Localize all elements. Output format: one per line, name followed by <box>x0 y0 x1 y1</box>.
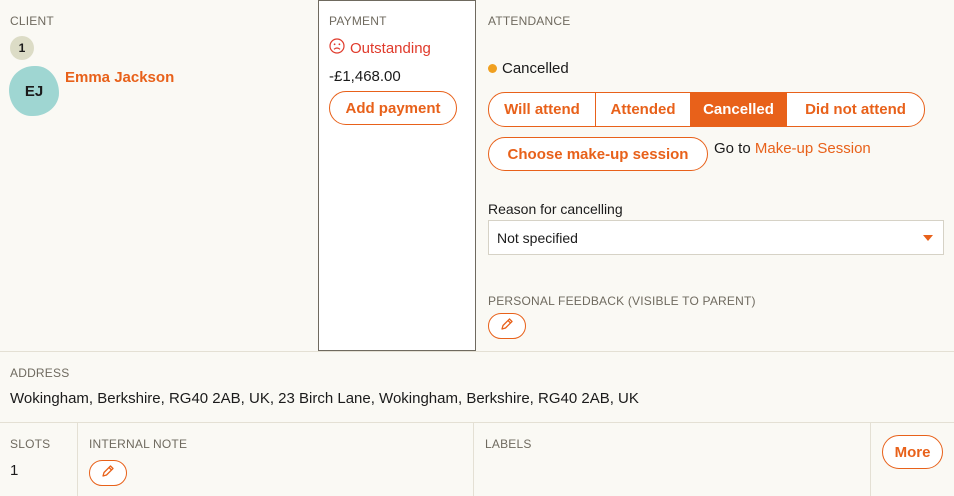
internal-note-section-label: INTERNAL NOTE <box>89 437 188 451</box>
reason-select-value: Not specified <box>497 229 578 246</box>
divider <box>0 351 954 352</box>
attendance-status-text: Cancelled <box>502 60 569 77</box>
address-section-label: ADDRESS <box>10 366 70 380</box>
feedback-section-label: PERSONAL FEEDBACK (VISIBLE TO PARENT) <box>488 294 756 308</box>
client-name-link[interactable]: Emma Jackson <box>65 69 174 86</box>
client-section-label: CLIENT <box>10 14 54 28</box>
attendance-option-will-attend[interactable]: Will attend <box>489 93 596 126</box>
reason-label: Reason for cancelling <box>488 201 623 217</box>
slots-value: 1 <box>10 462 19 479</box>
sad-face-icon <box>329 38 345 58</box>
attendance-segmented-control: Will attend Attended Cancelled Did not a… <box>488 92 925 127</box>
attendance-option-did-not-attend[interactable]: Did not attend <box>787 93 924 126</box>
payment-amount: -£1,468.00 <box>329 68 401 85</box>
add-payment-button[interactable]: Add payment <box>329 91 457 125</box>
slots-section-label: SLOTS <box>10 437 51 451</box>
attendance-option-attended[interactable]: Attended <box>596 93 691 126</box>
address-value: Wokingham, Berkshire, RG40 2AB, UK, 23 B… <box>10 390 639 407</box>
choose-makeup-session-button[interactable]: Choose make-up session <box>488 137 708 171</box>
divider <box>870 423 871 496</box>
caret-down-icon <box>923 235 933 241</box>
labels-section-label: LABELS <box>485 437 532 451</box>
attendance-status: Cancelled <box>488 60 569 77</box>
goto-makeup: Go to Make-up Session <box>714 140 871 157</box>
goto-text: Go to <box>714 140 751 157</box>
pencil-icon <box>100 463 116 484</box>
avatar: EJ <box>9 66 59 116</box>
client-count-badge: 1 <box>10 36 34 60</box>
more-button[interactable]: More <box>882 435 943 469</box>
edit-internal-note-button[interactable] <box>89 460 127 486</box>
divider <box>77 423 78 496</box>
edit-feedback-button[interactable] <box>488 313 526 339</box>
attendance-option-cancelled[interactable]: Cancelled <box>691 93 787 126</box>
pencil-icon <box>499 316 515 337</box>
status-dot-icon <box>488 64 497 73</box>
payment-status-text: Outstanding <box>350 39 431 57</box>
payment-status: Outstanding <box>329 38 431 58</box>
divider <box>0 422 954 423</box>
payment-section-label: PAYMENT <box>329 14 387 28</box>
payment-panel: PAYMENT Outstanding -£1,468.00 Add payme… <box>318 0 476 351</box>
makeup-session-link[interactable]: Make-up Session <box>755 140 871 157</box>
reason-select[interactable]: Not specified <box>488 220 944 255</box>
divider <box>473 423 474 496</box>
attendance-section-label: ATTENDANCE <box>488 14 571 28</box>
